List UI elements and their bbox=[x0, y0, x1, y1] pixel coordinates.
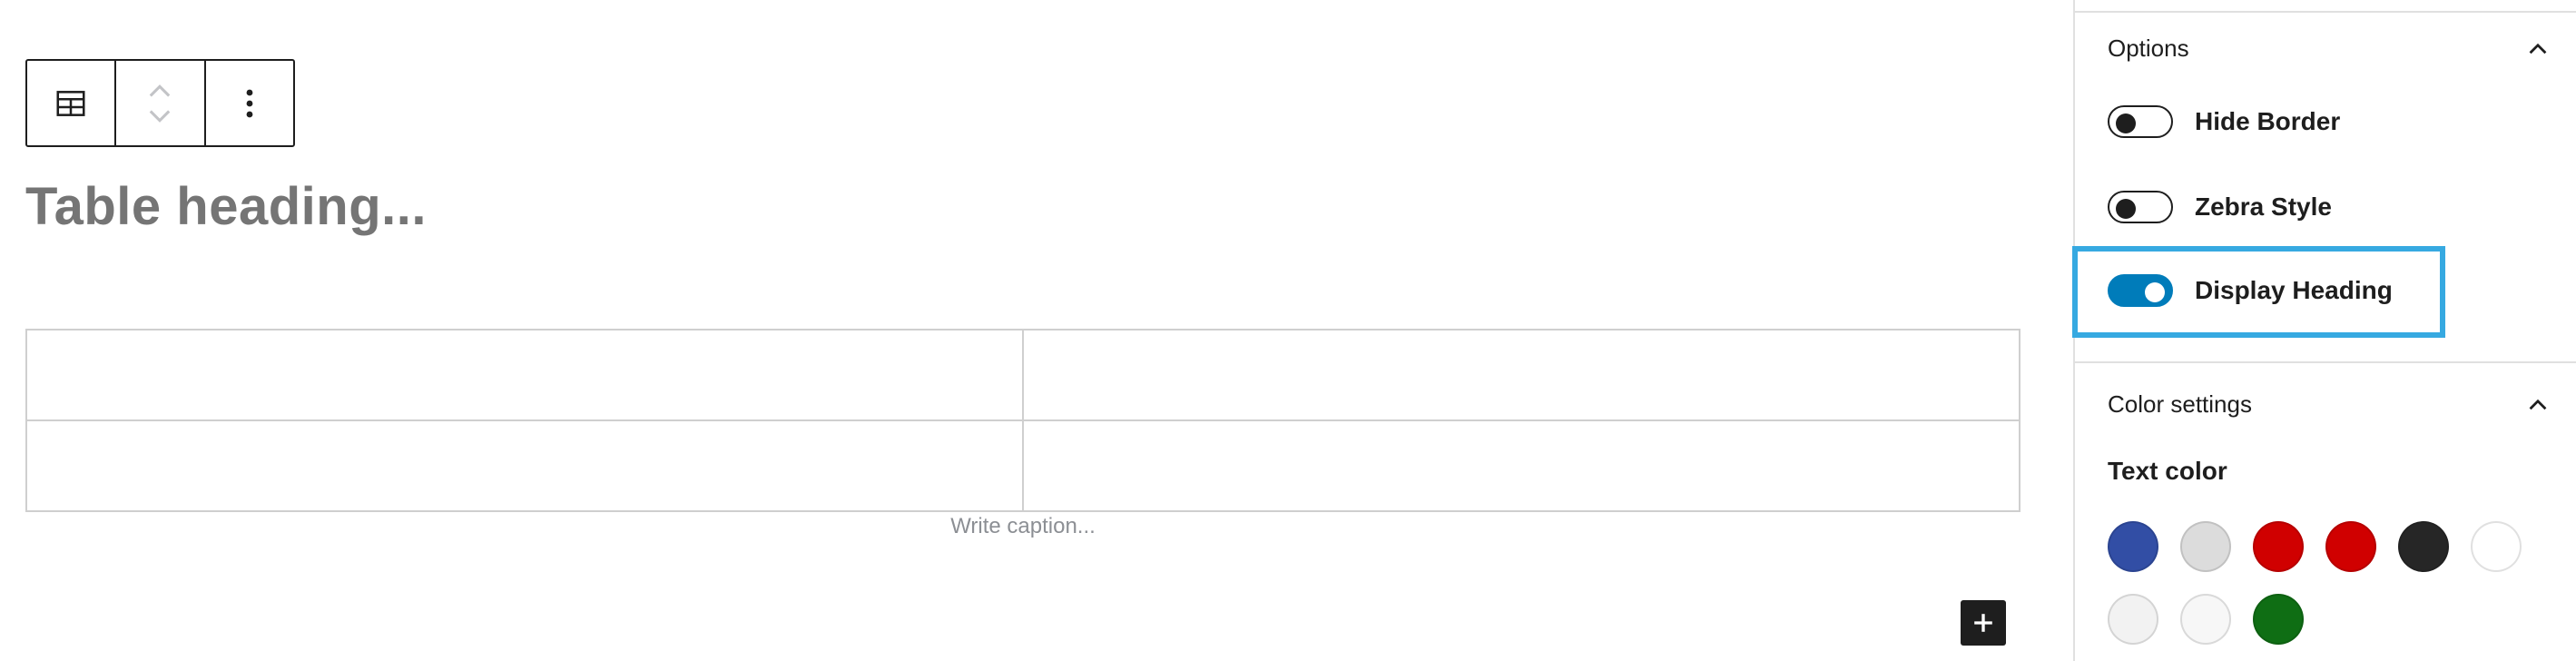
color-swatch[interactable] bbox=[2108, 521, 2158, 572]
move-block-button[interactable] bbox=[116, 61, 206, 145]
zebra-style-row: Zebra Style bbox=[2108, 191, 2332, 223]
plus-icon bbox=[1974, 614, 1992, 632]
table-block-button[interactable] bbox=[27, 61, 117, 145]
color-swatch[interactable] bbox=[2180, 521, 2231, 572]
zebra-style-toggle[interactable] bbox=[2108, 191, 2173, 223]
up-down-arrows-icon bbox=[150, 84, 171, 123]
table-cell[interactable] bbox=[25, 419, 1024, 512]
color-swatch[interactable] bbox=[2253, 594, 2304, 645]
chevron-up-icon[interactable] bbox=[2525, 36, 2551, 62]
table-row bbox=[25, 329, 2020, 421]
divider bbox=[2075, 11, 2576, 13]
color-settings-panel-title: Color settings bbox=[2108, 390, 2252, 418]
options-panel-title: Options bbox=[2108, 35, 2189, 62]
text-color-palette bbox=[2108, 521, 2525, 645]
color-swatch[interactable] bbox=[2253, 521, 2304, 572]
highlight-box bbox=[2072, 246, 2445, 338]
table-icon bbox=[56, 90, 85, 116]
block-toolbar bbox=[25, 59, 295, 147]
panel-divider bbox=[2075, 361, 2576, 363]
app-root: Table heading... Write caption... Option… bbox=[0, 0, 2576, 661]
color-swatch[interactable] bbox=[2398, 521, 2449, 572]
table-row bbox=[25, 419, 2020, 512]
toggle-knob bbox=[2116, 113, 2136, 133]
color-settings-panel-header[interactable]: Color settings bbox=[2108, 390, 2551, 419]
editor-canvas: Table heading... Write caption... bbox=[0, 0, 2073, 661]
chevron-up-icon[interactable] bbox=[2525, 392, 2551, 418]
hide-border-label: Hide Border bbox=[2195, 107, 2341, 135]
data-table bbox=[25, 329, 2020, 512]
color-swatch[interactable] bbox=[2180, 594, 2231, 645]
text-color-label: Text color bbox=[2108, 457, 2227, 485]
table-cell[interactable] bbox=[1022, 329, 2020, 421]
table-cell[interactable] bbox=[25, 329, 1024, 421]
color-swatch[interactable] bbox=[2108, 594, 2158, 645]
more-options-button[interactable] bbox=[206, 61, 293, 145]
add-block-button[interactable] bbox=[1961, 600, 2006, 646]
hide-border-toggle[interactable] bbox=[2108, 105, 2173, 138]
table-caption-input[interactable]: Write caption... bbox=[25, 514, 2020, 539]
zebra-style-label: Zebra Style bbox=[2195, 192, 2332, 221]
toggle-knob bbox=[2116, 199, 2136, 219]
hide-border-row: Hide Border bbox=[2108, 105, 2340, 138]
color-swatch[interactable] bbox=[2471, 521, 2522, 572]
options-panel-header[interactable]: Options bbox=[2108, 35, 2551, 63]
color-swatch[interactable] bbox=[2325, 521, 2376, 572]
table-cell[interactable] bbox=[1022, 419, 2020, 512]
table-heading-input[interactable]: Table heading... bbox=[25, 176, 427, 237]
more-vertical-icon bbox=[246, 89, 253, 117]
